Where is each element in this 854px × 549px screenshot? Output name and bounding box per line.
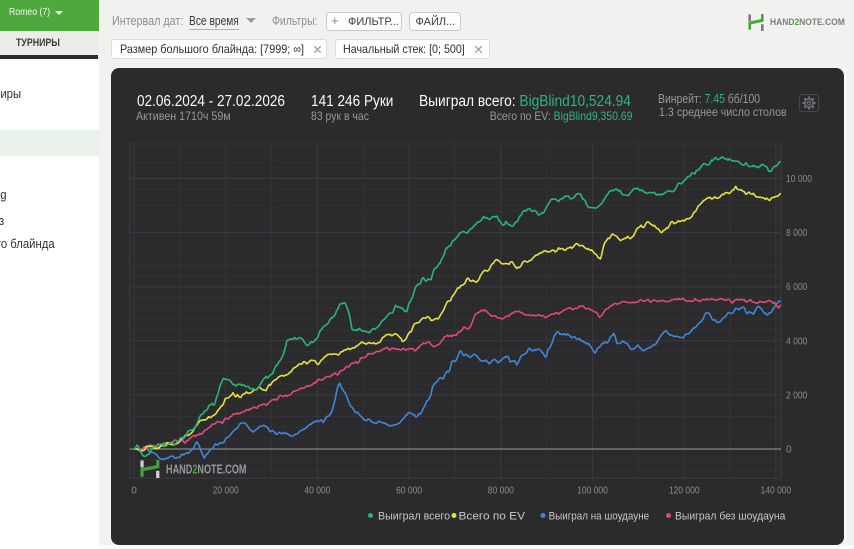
svg-text:0: 0 bbox=[131, 486, 137, 497]
svg-text:Выиграл без шоудауна: Выиграл без шоудауна bbox=[675, 511, 786, 523]
svg-text:2 000: 2 000 bbox=[786, 390, 808, 401]
svg-text:80 000: 80 000 bbox=[488, 486, 514, 497]
svg-text:10 000: 10 000 bbox=[786, 174, 812, 185]
svg-text:100 000: 100 000 bbox=[577, 486, 608, 497]
svg-text:0: 0 bbox=[786, 445, 792, 456]
svg-text:8 000: 8 000 bbox=[786, 228, 808, 239]
svg-text:140 000: 140 000 bbox=[761, 486, 792, 497]
svg-text:60 000: 60 000 bbox=[396, 486, 422, 497]
svg-text:120 000: 120 000 bbox=[669, 486, 700, 497]
svg-text:6 000: 6 000 bbox=[786, 282, 808, 293]
svg-text:HAND2NOTE.COM: HAND2NOTE.COM bbox=[166, 463, 247, 477]
svg-text:40 000: 40 000 bbox=[304, 486, 330, 497]
svg-text:Выиграл на шоудауне: Выиграл на шоудауне bbox=[549, 511, 650, 523]
svg-text:Всего по EV: Всего по EV bbox=[459, 511, 526, 523]
svg-text:Выиграл всего: Выиграл всего bbox=[378, 511, 450, 523]
svg-text:20 000: 20 000 bbox=[213, 486, 239, 497]
svg-text:4 000: 4 000 bbox=[786, 336, 808, 347]
